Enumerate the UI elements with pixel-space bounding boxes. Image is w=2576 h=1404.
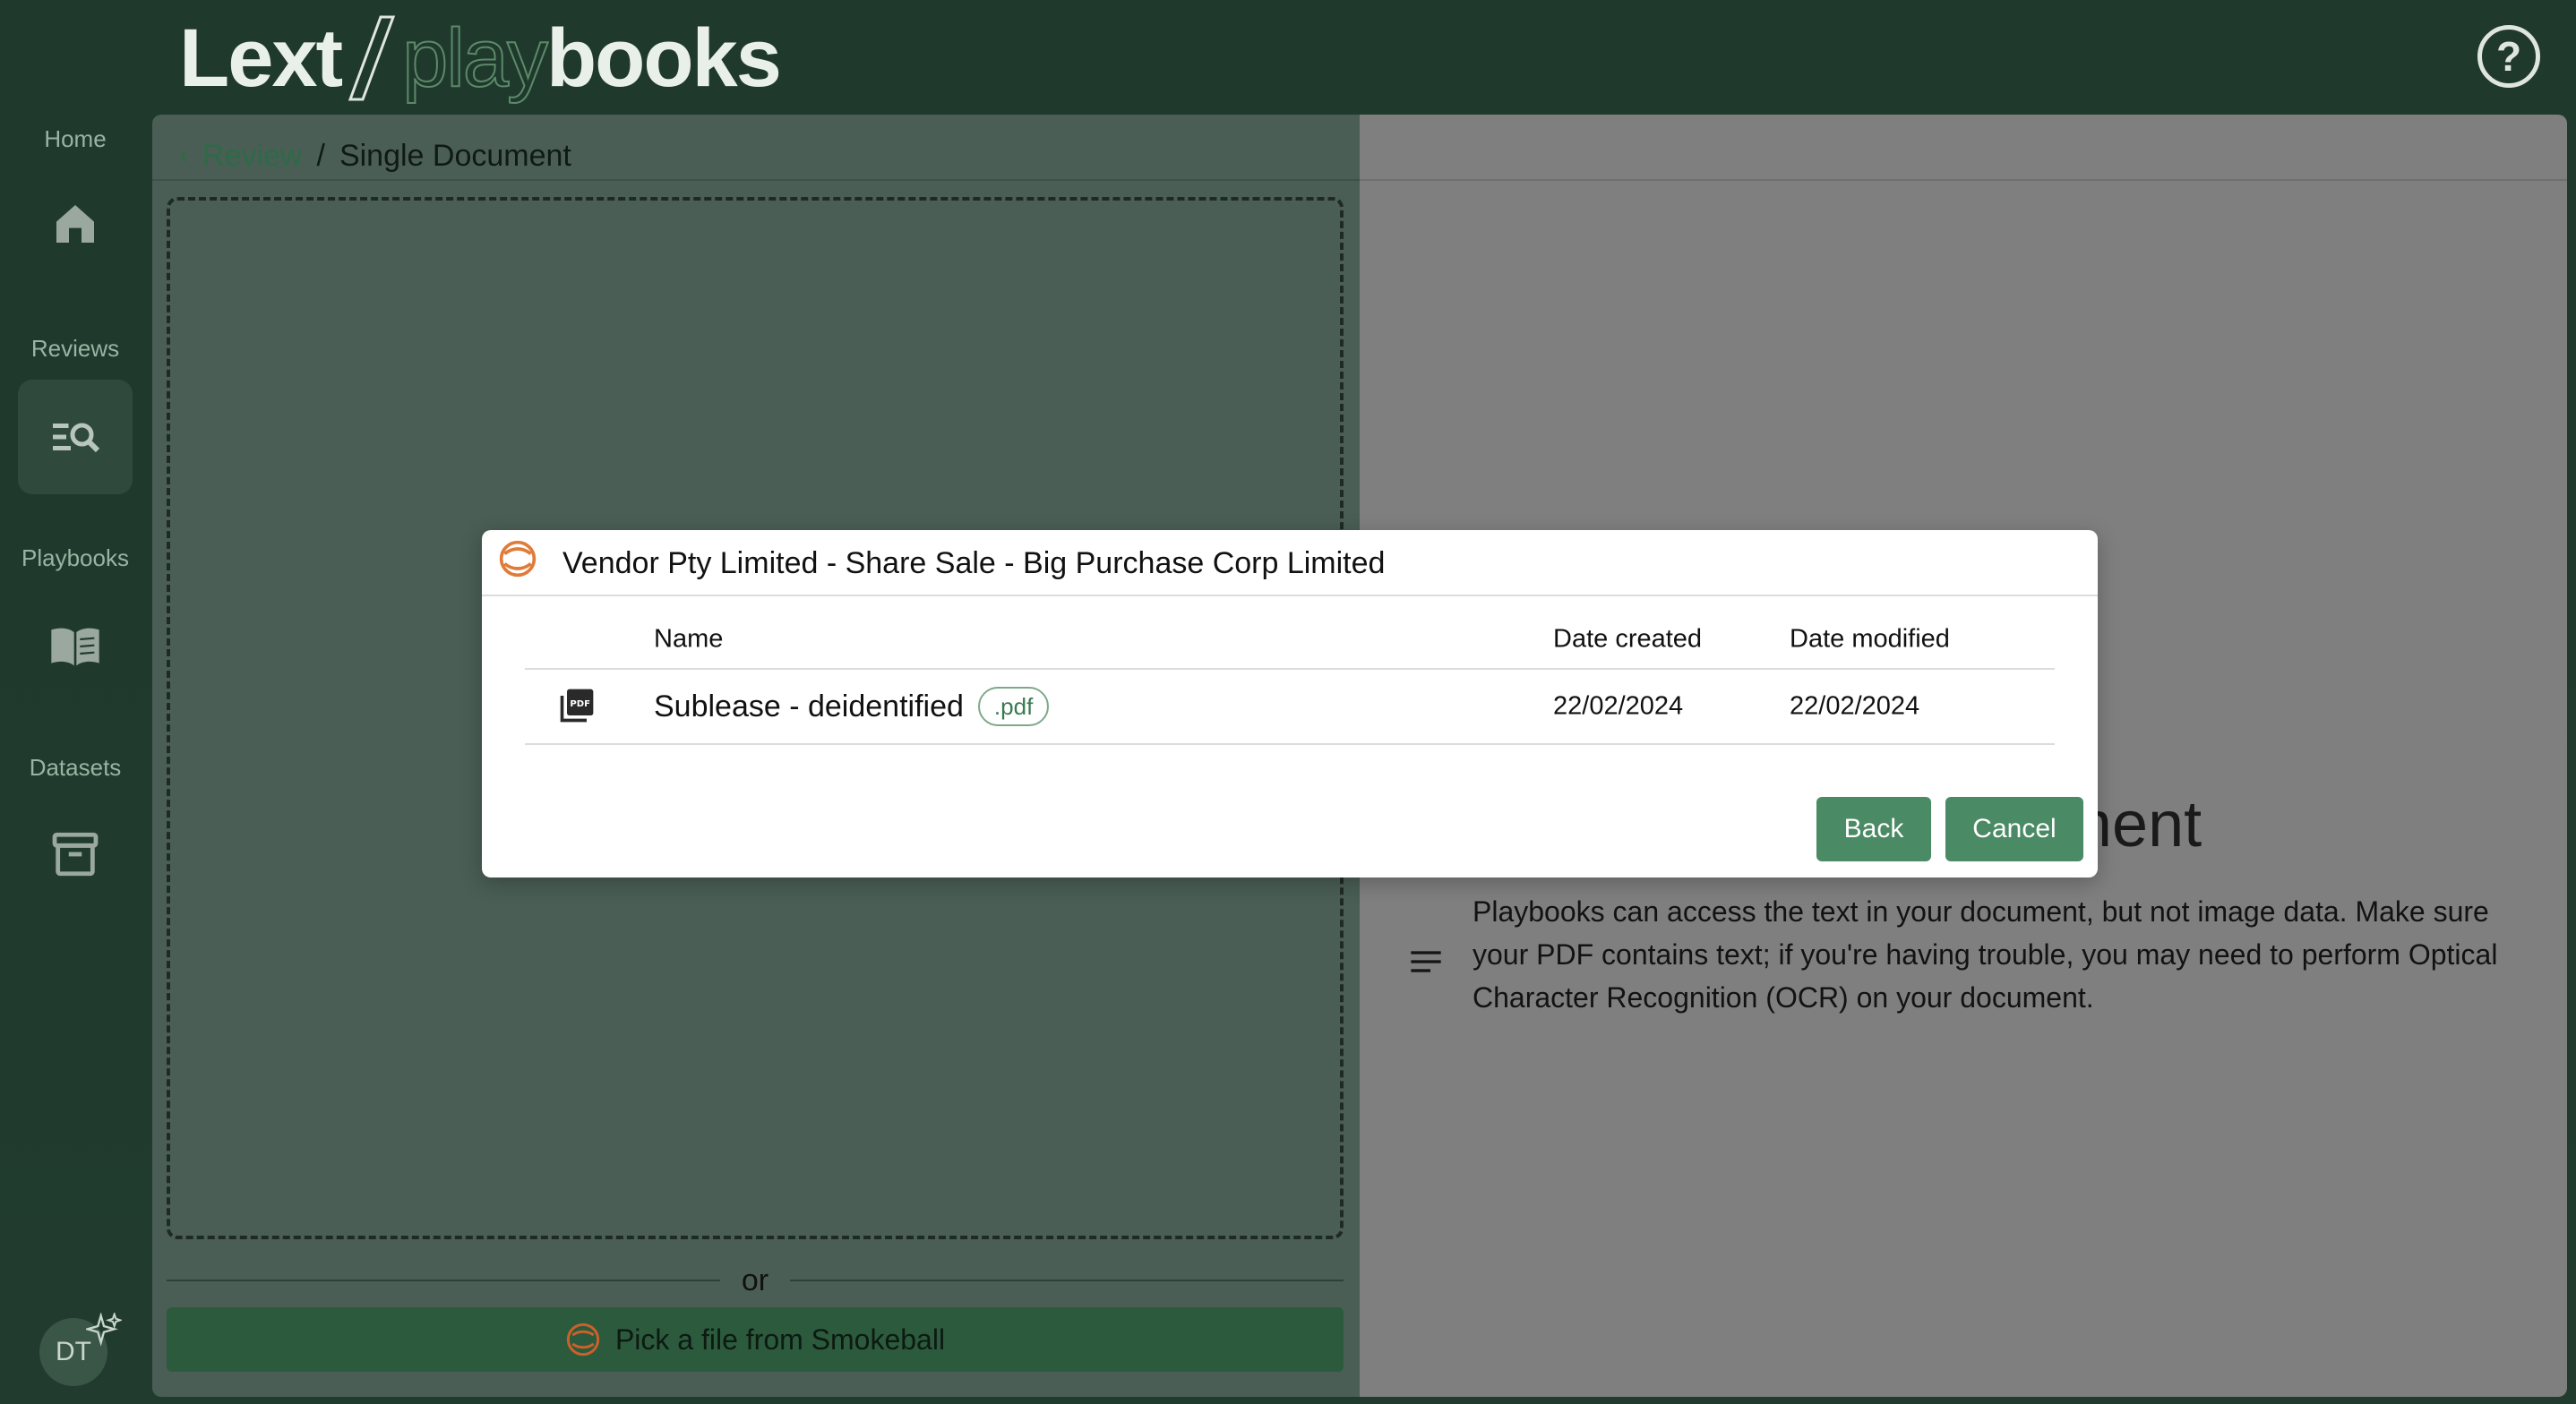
- svg-text:PDF: PDF: [570, 699, 590, 709]
- logo-play-text: play: [401, 13, 549, 104]
- breadcrumb-current: Single Document: [339, 138, 571, 173]
- home-icon: [56, 205, 94, 243]
- file-date-modified: 22/02/2024: [1790, 691, 1920, 721]
- sidebar-item-reviews[interactable]: [18, 380, 133, 494]
- separator-line-left: [167, 1280, 720, 1281]
- help-button[interactable]: ?: [2477, 25, 2540, 88]
- sidebar-item-home[interactable]: [18, 167, 133, 281]
- pdf-file-icon: PDF: [560, 689, 594, 723]
- file-table: Name Date created Date modified PDF Subl…: [525, 611, 2055, 745]
- breadcrumb-separator: /: [316, 138, 325, 173]
- text-lines-icon: [1411, 951, 1441, 972]
- smokeball-logo-icon: [499, 540, 537, 578]
- logo-slash-icon: [345, 13, 399, 103]
- table-row[interactable]: PDF Sublease - deidentified .pdf 22/02/2…: [525, 670, 2055, 745]
- table-header: Name Date created Date modified: [525, 611, 2055, 670]
- sidebar-nav: Home Reviews Playbooks Datasets: [0, 115, 150, 1404]
- breadcrumb-divider: [152, 179, 1360, 181]
- back-button[interactable]: Back: [1816, 797, 1931, 861]
- file-date-created: 22/02/2024: [1553, 691, 1684, 721]
- app-root: Lext play books ? Home Reviews Playbooks…: [0, 0, 2576, 1404]
- archive-icon: [52, 832, 99, 877]
- sparkle-icon: [86, 1313, 122, 1347]
- sidebar-item-datasets[interactable]: [18, 797, 133, 912]
- smokeball-button-label: Pick a file from Smokeball: [614, 1323, 946, 1356]
- dialog-actions: Back Cancel: [1816, 797, 2083, 861]
- column-header-name[interactable]: Name: [654, 625, 723, 655]
- review-search-icon: [53, 423, 100, 453]
- sidebar-label-playbooks: Playbooks: [21, 544, 129, 571]
- dialog-title: Vendor Pty Limited - Share Sale - Big Pu…: [562, 546, 1386, 580]
- lext-playbooks-logo[interactable]: Lext play books: [179, 9, 782, 107]
- ocr-heading: ument: [2022, 789, 2202, 860]
- column-header-date-modified[interactable]: Date modified: [1790, 625, 1950, 655]
- smokeball-file-picker-dialog: Vendor Pty Limited - Share Sale - Big Pu…: [482, 530, 2098, 878]
- or-separator: or: [167, 1254, 1344, 1307]
- sidebar-label-home: Home: [44, 125, 107, 152]
- chevron-left-icon[interactable]: ‹: [179, 141, 188, 171]
- dialog-header: Vendor Pty Limited - Share Sale - Big Pu…: [482, 530, 2098, 596]
- cancel-button[interactable]: Cancel: [1945, 797, 2083, 861]
- file-extension-badge: .pdf: [977, 687, 1050, 726]
- smokeball-logo-icon: [566, 1323, 600, 1357]
- preview-divider: [1360, 179, 2567, 181]
- file-name: Sublease - deidentified: [654, 689, 964, 723]
- ocr-help-text: Playbooks can access the text in your do…: [1473, 895, 2498, 1014]
- column-header-date-created[interactable]: Date created: [1553, 625, 1702, 655]
- logo-books-text: books: [545, 13, 782, 104]
- sidebar-label-reviews: Reviews: [30, 335, 120, 362]
- sidebar-label-datasets: Datasets: [29, 754, 122, 781]
- or-text: or: [741, 1263, 769, 1297]
- book-icon: [51, 628, 99, 666]
- logo-lext-text: Lext: [179, 13, 343, 104]
- separator-line-right: [790, 1280, 1344, 1281]
- pick-from-smokeball-button[interactable]: Pick a file from Smokeball: [167, 1307, 1344, 1372]
- top-header: Lext play books ?: [0, 0, 2576, 115]
- help-icon: ?: [2495, 33, 2522, 80]
- breadcrumb-review-link[interactable]: Review: [202, 139, 302, 174]
- sidebar-item-playbooks[interactable]: [18, 589, 133, 704]
- file-name-cell: Sublease - deidentified .pdf: [654, 687, 1050, 726]
